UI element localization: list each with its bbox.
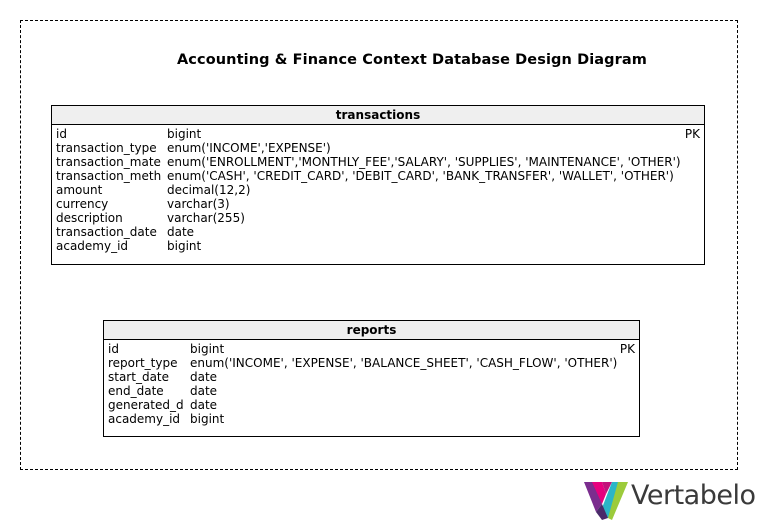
- column-row: generated_d date: [108, 398, 635, 412]
- primary-key-label: PK: [619, 342, 635, 356]
- column-row: transaction_mate enum('ENROLLMENT','MONTH…: [56, 155, 700, 169]
- column-type: decimal(12,2): [167, 183, 251, 197]
- column-type: enum('INCOME', 'EXPENSE', 'BALANCE_SHEET…: [190, 356, 618, 370]
- column-name: description: [56, 211, 123, 225]
- column-type: varchar(3): [167, 197, 230, 211]
- vertabelo-mark-icon: [584, 482, 628, 520]
- column-row: report_type enum('INCOME', 'EXPENSE', 'BA…: [108, 356, 635, 370]
- column-type: varchar(255): [167, 211, 245, 225]
- column-name: amount: [56, 183, 103, 197]
- column-type: date: [190, 398, 218, 412]
- column-name: report_type: [108, 356, 178, 370]
- column-name: id: [108, 342, 119, 356]
- column-row: transaction_meth enum('CASH', 'CREDIT_CAR…: [56, 169, 700, 183]
- column-row: transaction_date date: [56, 225, 700, 239]
- column-type: bigint: [190, 412, 225, 426]
- column-type: bigint: [190, 342, 225, 356]
- column-name: transaction_type: [56, 141, 157, 155]
- column-type: date: [167, 225, 195, 239]
- column-row: id bigint PK: [56, 127, 700, 141]
- column-row: end_date date: [108, 384, 635, 398]
- column-row: amount decimal(12,2): [56, 183, 700, 197]
- table-reports[interactable]: reports id bigint PK report_type enum('INCO…: [103, 320, 640, 437]
- column-row: description varchar(255): [56, 211, 700, 225]
- column-name: academy_id: [108, 412, 181, 426]
- column-row: transaction_type enum('INCOME','EXPENSE'): [56, 141, 700, 155]
- column-name: generated_d: [108, 398, 184, 412]
- column-type: date: [190, 384, 218, 398]
- column-name: transaction_mate: [56, 155, 161, 169]
- column-type: date: [190, 370, 218, 384]
- column-type: enum('ENROLLMENT','MONTHLY_FEE','SALARY'…: [167, 155, 681, 169]
- column-row: start_date date: [108, 370, 635, 384]
- column-name: transaction_meth: [56, 169, 162, 183]
- column-name: start_date: [108, 370, 170, 384]
- column-row: academy_id bigint: [56, 239, 700, 253]
- column-name: id: [56, 127, 67, 141]
- column-name: transaction_date: [56, 225, 157, 239]
- column-type: bigint: [167, 239, 202, 253]
- column-type: bigint: [167, 127, 202, 141]
- column-row: id bigint PK: [108, 342, 635, 356]
- column-type: enum('CASH', 'CREDIT_CARD', 'DEBIT_CARD'…: [167, 169, 674, 183]
- table-transactions[interactable]: transactions id bigint PK transaction_type…: [51, 105, 705, 265]
- column-name: end_date: [108, 384, 164, 398]
- primary-key-label: PK: [684, 127, 700, 141]
- column-row: academy_id bigint: [108, 412, 635, 426]
- table-name: reports: [104, 321, 639, 340]
- diagram-title: Accounting & Finance Context Database De…: [176, 52, 648, 68]
- column-row: currency varchar(3): [56, 197, 700, 211]
- vertabelo-wordmark: Vertabelo: [631, 480, 756, 511]
- vertabelo-logo: Vertabelo: [582, 478, 757, 524]
- table-name: transactions: [52, 106, 704, 125]
- column-type: enum('INCOME','EXPENSE'): [167, 141, 331, 155]
- table-columns: id bigint PK report_type enum('INCOME', 'EX…: [104, 340, 639, 426]
- table-columns: id bigint PK transaction_type enum('INCOME'…: [52, 125, 704, 253]
- column-name: academy_id: [56, 239, 129, 253]
- column-name: currency: [56, 197, 109, 211]
